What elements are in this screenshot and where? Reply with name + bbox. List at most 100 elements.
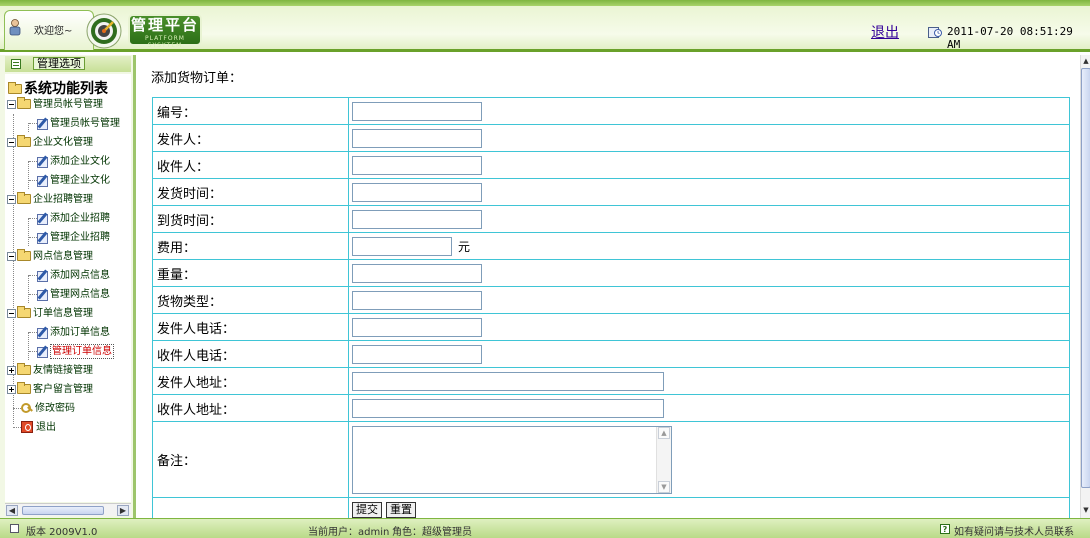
key-icon [21, 402, 33, 414]
receiver-input[interactable] [352, 155, 482, 175]
receiver-phone-input[interactable] [352, 344, 482, 364]
field-label: 发货时间： [152, 178, 349, 206]
scroll-down-icon[interactable]: ▼ [658, 480, 670, 493]
collapse-icon[interactable] [7, 137, 16, 147]
field-label: 收件人电话： [152, 340, 349, 368]
form-row-receiver: 收件人： [152, 151, 1070, 179]
top-header: 欢迎您~ 管理平台 PLATFORM SYSYTEM 退出 2011-07-20… [0, 0, 1090, 52]
sidebar: 管理选项 系统功能列表 管理员帐号管理 管理员帐号管理 企业文化管理 添加企业文… [0, 55, 136, 518]
remark-textarea[interactable] [353, 426, 656, 493]
tree-item-manage-outlet[interactable]: 管理网点信息 [29, 286, 110, 304]
field-cell: ▲ ▼ [348, 421, 1070, 498]
sender-phone-input[interactable] [352, 317, 482, 337]
tree-group-outlet[interactable]: 网点信息管理 [7, 248, 93, 266]
tree-root-label: 系统功能列表 [24, 81, 108, 97]
tree-item-label: 管理员帐号管理 [50, 118, 120, 129]
edit-icon [37, 212, 49, 225]
scroll-up-icon[interactable]: ▲ [1081, 56, 1090, 67]
edit-icon [37, 288, 49, 301]
tree-branch [29, 236, 37, 238]
scroll-thumb[interactable] [22, 506, 104, 515]
expand-icon[interactable] [7, 365, 16, 375]
edit-icon [37, 269, 49, 282]
tree-item-label: 添加企业招聘 [50, 213, 110, 224]
tree-branch [29, 331, 37, 333]
field-label: 发件人地址： [152, 367, 349, 395]
tree-group-label: 订单信息管理 [33, 308, 93, 319]
tree-item-manage-culture[interactable]: 管理企业文化 [29, 172, 110, 190]
tree-group-culture[interactable]: 企业文化管理 [7, 134, 93, 152]
form-row-ship-time: 发货时间： [152, 178, 1070, 206]
field-cell [348, 340, 1070, 368]
field-label: 编号： [152, 97, 349, 125]
tree-group-order[interactable]: 订单信息管理 [7, 305, 93, 323]
tree-item-manage-order[interactable]: 管理订单信息 [29, 343, 114, 361]
field-label: 收件人： [152, 151, 349, 179]
tree-item-admin-account-manage[interactable]: 管理员帐号管理 [29, 115, 120, 133]
logo-subtitle: PLATFORM SYSYTEM [145, 35, 185, 49]
main-content: 添加货物订单： 编号： 发件人： 收件人： 发货时间： 到货时间： 费用： 元 … [139, 55, 1090, 522]
form-row-sender-phone: 发件人电话： [152, 313, 1070, 341]
field-label: 发件人： [152, 124, 349, 152]
order-number-input[interactable] [352, 101, 482, 121]
field-cell [348, 259, 1070, 287]
tree-group-recruit[interactable]: 企业招聘管理 [7, 191, 93, 209]
arrival-time-input[interactable] [352, 209, 482, 229]
collapse-icon[interactable] [7, 308, 16, 318]
tree-item-add-culture[interactable]: 添加企业文化 [29, 153, 110, 171]
tree-branch [29, 293, 37, 295]
sender-input[interactable] [352, 128, 482, 148]
folder-open-icon [8, 82, 22, 94]
tree-group-label: 管理员帐号管理 [33, 99, 103, 110]
receiver-address-input[interactable] [352, 398, 664, 418]
main-vertical-scrollbar[interactable]: ▲ ▼ [1080, 55, 1090, 518]
scroll-down-icon[interactable]: ▼ [1081, 505, 1090, 516]
tree-item-add-recruit[interactable]: 添加企业招聘 [29, 210, 110, 228]
current-user-text: 当前用户：admin [308, 527, 390, 538]
scroll-left-icon[interactable]: ◀ [6, 505, 18, 516]
datetime-display: 2011-07-20 08:51:29 AM [947, 25, 1073, 51]
scroll-right-icon[interactable]: ▶ [117, 505, 129, 516]
collapse-icon[interactable] [7, 251, 16, 261]
tree-group-links[interactable]: 友情链接管理 [7, 362, 93, 380]
welcome-text: 欢迎您~ [34, 26, 73, 37]
clock-icon [928, 27, 942, 38]
tree-group-admin-account[interactable]: 管理员帐号管理 [7, 96, 103, 114]
edit-icon [37, 117, 49, 130]
tree-item-change-password[interactable]: 修改密码 [13, 400, 75, 418]
tree-item-add-outlet[interactable]: 添加网点信息 [29, 267, 110, 285]
platform-logo: 管理平台 PLATFORM SYSYTEM [128, 14, 202, 49]
weight-input[interactable] [352, 263, 482, 283]
cost-input[interactable] [352, 236, 452, 256]
reset-button[interactable]: 重置 [386, 501, 416, 518]
tree-group-messages[interactable]: 客户留言管理 [7, 381, 93, 399]
ship-time-input[interactable] [352, 182, 482, 202]
version-icon [10, 524, 19, 533]
cargo-type-input[interactable] [352, 290, 482, 310]
order-form-table: 编号： 发件人： 收件人： 发货时间： 到货时间： 费用： 元 重量： 货物类型 [152, 97, 1070, 522]
tree-item-label: 添加网点信息 [50, 270, 110, 281]
logout-link[interactable]: 退出 [871, 22, 899, 42]
submit-button[interactable]: 提交 [352, 501, 382, 518]
field-cell [348, 367, 1070, 395]
expand-icon[interactable] [7, 384, 16, 394]
sender-address-input[interactable] [352, 371, 664, 391]
tree-item-exit[interactable]: 退出 [13, 419, 56, 437]
tree-root: 系统功能列表 [8, 78, 108, 98]
field-cell [348, 151, 1070, 179]
tree-item-label: 修改密码 [35, 403, 75, 414]
field-cell [348, 286, 1070, 314]
scroll-up-icon[interactable]: ▲ [658, 426, 670, 439]
tree-group-label: 客户留言管理 [33, 384, 93, 395]
field-label: 发件人电话： [152, 313, 349, 341]
function-tree: 系统功能列表 管理员帐号管理 管理员帐号管理 企业文化管理 添加企业文化 管理企… [5, 74, 131, 502]
tree-item-manage-recruit[interactable]: 管理企业招聘 [29, 229, 110, 247]
collapse-icon[interactable] [7, 99, 16, 109]
scroll-thumb[interactable] [1081, 68, 1090, 488]
collapse-icon[interactable] [7, 194, 16, 204]
textarea-scrollbar[interactable]: ▲ ▼ [656, 426, 671, 493]
tree-item-add-order[interactable]: 添加订单信息 [29, 324, 110, 342]
role-text: 角色：超级管理员 [392, 527, 472, 538]
panel-icon [11, 59, 21, 69]
sidebar-horizontal-scrollbar[interactable]: ◀ ▶ [5, 503, 131, 516]
